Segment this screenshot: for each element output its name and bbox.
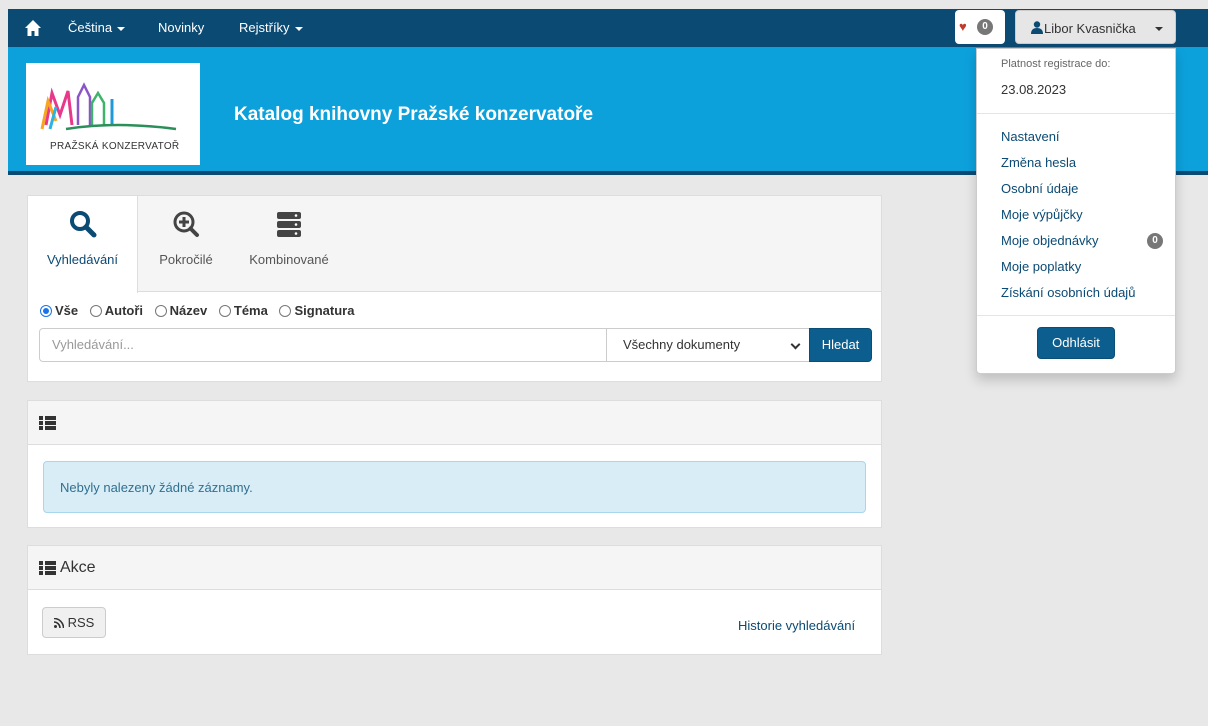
list-icon — [39, 561, 56, 575]
home-icon[interactable] — [24, 19, 42, 37]
search-icon — [69, 211, 96, 238]
chevron-down-icon — [1155, 27, 1163, 31]
search-button[interactable]: Hledat — [809, 328, 872, 362]
no-results-alert: Nebyly nalezeny žádné záznamy. — [43, 461, 866, 513]
radio-topic[interactable]: Téma — [218, 303, 268, 318]
radio-unchecked-icon — [218, 305, 231, 317]
menu-item-loans[interactable]: Moje výpůjčky — [1001, 207, 1083, 222]
menu-item-label: Moje objednávky — [1001, 233, 1099, 248]
radio-label: Vše — [55, 303, 79, 318]
search-history-link[interactable]: Historie vyhledávání — [738, 618, 855, 633]
tab-combined-search[interactable]: Kombinované — [234, 196, 344, 292]
registers-menu[interactable]: Rejstříky — [239, 20, 303, 35]
radio-signature[interactable]: Signatura — [279, 303, 354, 318]
favorites-button[interactable]: ♥ 0 — [955, 10, 1005, 44]
language-menu[interactable]: Čeština — [68, 20, 126, 35]
radio-all[interactable]: Vše — [40, 303, 78, 318]
logo[interactable]: PRAŽSKÁ KONZERVATOŘ — [26, 63, 200, 165]
radio-authors[interactable]: Autoři — [89, 303, 144, 318]
menu-item-fees[interactable]: Moje poplatky — [1001, 259, 1081, 274]
user-dropdown-menu: Platnost registrace do: 23.08.2023 Nasta… — [976, 48, 1176, 374]
catalog-title: Katalog knihovny Pražské konzervatoře — [234, 104, 594, 125]
chevron-down-icon — [790, 339, 801, 350]
tab-label: Vyhledávání — [46, 252, 119, 267]
document-type-select[interactable]: Všechny dokumenty — [606, 328, 810, 362]
results-header — [28, 401, 881, 445]
rss-label: RSS — [67, 615, 95, 630]
user-name: Libor Kvasnička — [1044, 21, 1136, 36]
tab-label: Pokročilé — [159, 252, 213, 267]
registers-label: Rejstříky — [239, 20, 290, 35]
user-menu-button[interactable]: Libor Kvasnička — [1015, 10, 1176, 44]
logo-graphic — [40, 82, 177, 131]
radio-label: Autoři — [104, 303, 144, 318]
divider — [977, 113, 1175, 114]
heart-icon: ♥ — [959, 19, 967, 34]
radio-label: Téma — [233, 303, 268, 318]
search-tabs: Vyhledávání Pokročilé Kombinované — [28, 196, 881, 293]
radio-label: Název — [169, 303, 208, 318]
radio-unchecked-icon — [154, 305, 167, 317]
actions-title: Akce — [60, 559, 96, 576]
user-icon — [1031, 21, 1043, 34]
page: Čeština Novinky Rejstříky ♥ 0 Libor Kvas… — [8, 9, 1208, 726]
language-label: Čeština — [68, 20, 113, 35]
chevron-down-icon — [117, 26, 126, 31]
search-input[interactable]: Vyhledávání... — [39, 328, 608, 362]
menu-item-change-password[interactable]: Změna hesla — [1001, 155, 1076, 170]
tab-basic-search[interactable]: Vyhledávání — [28, 196, 138, 293]
actions-panel: Akce RSS Historie vyhledávání — [27, 545, 882, 655]
divider — [977, 315, 1175, 316]
radio-checked-icon — [40, 305, 52, 317]
rss-button[interactable]: RSS — [42, 607, 106, 638]
tab-label: Kombinované — [249, 252, 329, 267]
favorites-count-badge: 0 — [977, 19, 993, 35]
radio-label: Signatura — [294, 303, 355, 318]
top-navbar: Čeština Novinky Rejstříky ♥ 0 Libor Kvas… — [8, 9, 1208, 47]
menu-item-orders[interactable]: Moje objednávky 0 — [1001, 233, 1163, 249]
tab-advanced-search[interactable]: Pokročilé — [138, 196, 234, 292]
actions-header: Akce — [28, 546, 881, 590]
rss-icon — [53, 617, 64, 629]
chevron-down-icon — [294, 26, 303, 31]
menu-item-data-export[interactable]: Získání osobních údajů — [1001, 285, 1135, 300]
radio-unchecked-icon — [279, 305, 292, 317]
search-panel: Vyhledávání Pokročilé Kombinované Vše Au… — [27, 195, 882, 382]
news-link[interactable]: Novinky — [158, 20, 204, 35]
results-panel: Nebyly nalezeny žádné záznamy. — [27, 400, 882, 528]
document-type-value: Všechny dokumenty — [623, 337, 741, 352]
radio-title[interactable]: Název — [154, 303, 208, 318]
logout-button[interactable]: Odhlásit — [1037, 327, 1115, 359]
search-field-radios: Vše Autoři Název Téma Signatura — [40, 303, 362, 318]
menu-item-personal-data[interactable]: Osobní údaje — [1001, 181, 1078, 196]
server-icon — [277, 212, 301, 237]
registration-date: 23.08.2023 — [1001, 82, 1067, 97]
menu-item-settings[interactable]: Nastavení — [1001, 129, 1060, 144]
radio-unchecked-icon — [89, 305, 102, 317]
zoom-in-icon — [173, 211, 199, 237]
list-icon — [39, 416, 56, 430]
orders-count-badge: 0 — [1147, 233, 1163, 249]
logo-text: PRAŽSKÁ KONZERVATOŘ — [50, 141, 180, 152]
registration-label: Platnost registrace do: — [1001, 58, 1111, 70]
